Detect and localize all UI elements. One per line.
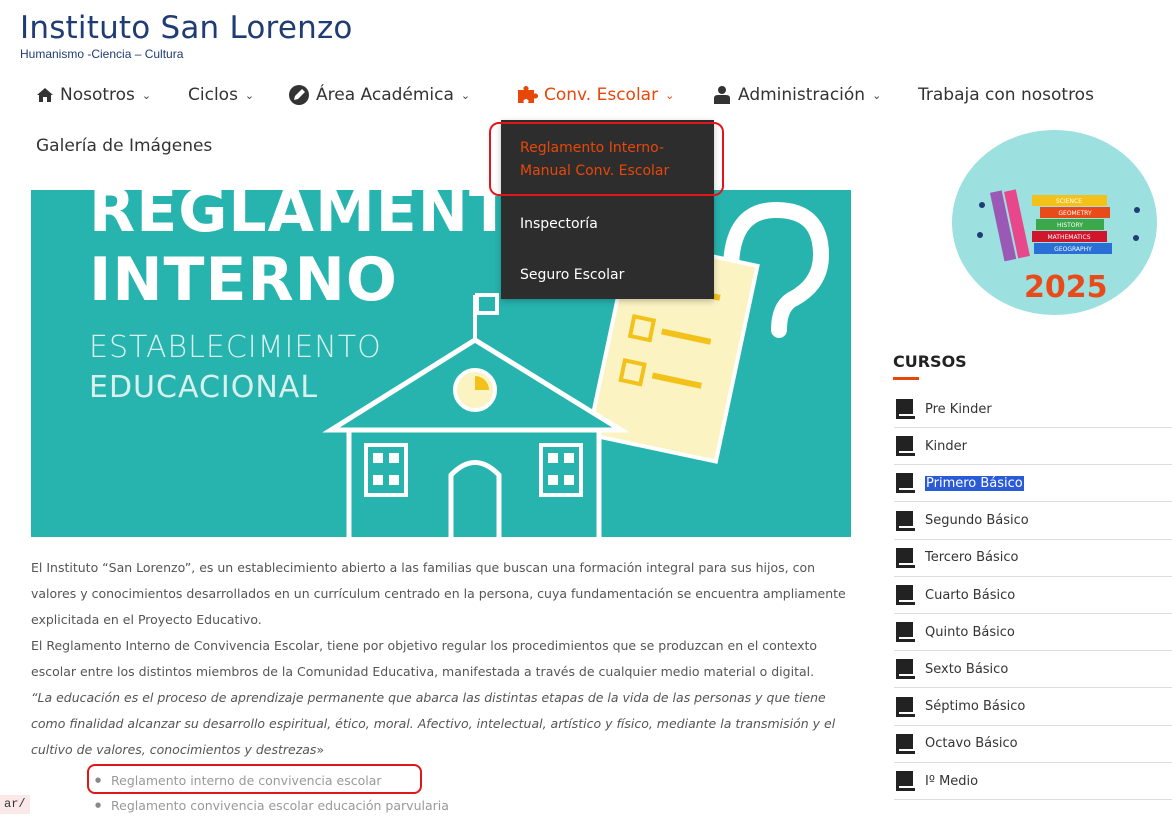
nav-label-area-academica: Área Académica <box>316 85 454 105</box>
book-icon <box>894 435 916 457</box>
link-reglamento-parvularia[interactable]: Reglamento convivencia escolar educación… <box>95 793 449 818</box>
education-quote: “La educación es el proceso de aprendiza… <box>31 685 851 763</box>
dropdown-highlight-box <box>489 122 724 196</box>
hero-subtitle-line2: EDUCACIONAL <box>89 370 319 405</box>
curso-item[interactable]: Segundo Básico <box>894 503 1172 540</box>
book-label-history: HISTORY <box>1057 222 1083 229</box>
curso-label: Séptimo Básico <box>925 699 1026 715</box>
curso-label: Tercero Básico <box>925 550 1019 566</box>
quote-end: » <box>316 742 325 757</box>
curso-label: Cuarto Básico <box>925 587 1016 603</box>
book-icon <box>894 621 916 643</box>
book-icon <box>894 770 916 792</box>
book-label-geography: GEOGRAPHY <box>1054 246 1092 253</box>
curso-item[interactable]: Pre Kinder <box>894 391 1172 428</box>
curso-label: Iº Medio <box>925 773 979 789</box>
curso-item[interactable]: Kinder <box>894 428 1172 466</box>
main-nav: Nosotros ⌄ Ciclos ⌄ Área Académica ⌄ Con… <box>36 80 1172 114</box>
curso-label: Octavo Básico <box>925 736 1018 752</box>
curso-item[interactable]: Tercero Básico <box>894 540 1172 577</box>
quote-text: “La educación es el proceso de aprendiza… <box>31 690 836 757</box>
people-icon <box>712 85 732 105</box>
dropdown-item-inspectoria[interactable]: Inspectoría <box>520 213 598 236</box>
main-content: El Instituto “San Lorenzo”, es un establ… <box>31 555 851 763</box>
chevron-down-icon: ⌄ <box>872 88 882 102</box>
year-badge: SCIENCE GEOMETRY HISTORY MATHEMATICS GEO… <box>952 130 1157 315</box>
book-icon <box>894 658 916 680</box>
cursos-heading: CURSOS <box>893 352 967 371</box>
curso-label: Kinder <box>925 438 967 454</box>
status-bar-url: ar/ <box>0 795 30 814</box>
curso-item[interactable]: Cuarto Básico <box>894 577 1172 614</box>
nav-item-area-academica[interactable]: Área Académica ⌄ <box>288 80 470 110</box>
intro-paragraph: El Instituto “San Lorenzo”, es un establ… <box>31 560 846 627</box>
curso-item[interactable]: Sexto Básico <box>894 651 1172 689</box>
curso-item[interactable]: Octavo Básico <box>894 726 1172 763</box>
nav-item-galeria[interactable]: Galería de Imágenes <box>36 136 212 156</box>
nav-item-ciclos[interactable]: Ciclos ⌄ <box>188 80 254 110</box>
book-label-science: SCIENCE <box>1056 198 1082 205</box>
dropdown-item-seguro-escolar[interactable]: Seguro Escolar <box>520 264 624 287</box>
hero-subtitle-line1: ESTABLECIMIENTO <box>89 330 382 365</box>
curso-item[interactable]: Primero Básico <box>894 465 1172 503</box>
book-icon <box>894 696 916 718</box>
curso-label: Segundo Básico <box>925 513 1029 529</box>
curso-item[interactable]: Quinto Básico <box>894 614 1172 652</box>
badge-year: 2025 <box>1024 270 1108 305</box>
chevron-down-icon: ⌄ <box>141 88 152 102</box>
book-icon <box>894 472 916 494</box>
hero-title-line2: INTERNO <box>89 245 398 315</box>
curso-label: Quinto Básico <box>925 624 1015 640</box>
nav-item-trabaja[interactable]: Trabaja con nosotros <box>918 80 1094 110</box>
nav-label-trabaja: Trabaja con nosotros <box>918 85 1094 105</box>
nav-item-nosotros[interactable]: Nosotros ⌄ <box>36 80 151 110</box>
home-icon <box>36 87 54 103</box>
curso-item[interactable]: Séptimo Básico <box>894 689 1172 726</box>
nav-item-conv-escolar[interactable]: Conv. Escolar ⌄ <box>516 80 674 110</box>
chevron-down-icon: ⌄ <box>665 88 675 102</box>
book-label-geometry: GEOMETRY <box>1058 210 1092 217</box>
chevron-down-icon: ⌄ <box>244 88 255 102</box>
curso-label: Sexto Básico <box>925 661 1009 677</box>
reglamento-paragraph: El Reglamento Interno de Convivencia Esc… <box>31 638 818 679</box>
cursos-underline <box>893 377 919 380</box>
site-title[interactable]: Instituto San Lorenzo <box>20 10 353 46</box>
nav-label-nosotros: Nosotros <box>60 85 135 105</box>
nav-item-administracion[interactable]: Administración ⌄ <box>712 80 881 110</box>
nav-label-ciclos: Ciclos <box>188 85 238 105</box>
book-icon <box>894 547 916 569</box>
curso-label: Pre Kinder <box>925 401 992 417</box>
nav-label-conv-escolar: Conv. Escolar <box>544 85 659 105</box>
site-tagline: Humanismo -Ciencia – Cultura <box>20 47 184 61</box>
curso-label: Primero Básico <box>925 475 1024 491</box>
pencil-icon <box>288 84 310 106</box>
puzzle-icon <box>516 85 538 105</box>
hero-title-line1: REGLAMENTO <box>89 190 563 246</box>
curso-item[interactable]: Iº Medio <box>894 763 1172 800</box>
chevron-down-icon: ⌄ <box>460 88 471 102</box>
book-icon <box>894 584 916 606</box>
book-icon <box>894 398 916 420</box>
link-highlight-box <box>87 764 422 794</box>
book-icon <box>894 510 916 532</box>
hero-banner: REGLAMENTO INTERNO ESTABLECIMIENTO EDUCA… <box>31 190 851 537</box>
book-label-mathematics: MATHEMATICS <box>1047 234 1090 241</box>
book-icon <box>894 733 916 755</box>
nav-label-administracion: Administración <box>738 85 866 105</box>
